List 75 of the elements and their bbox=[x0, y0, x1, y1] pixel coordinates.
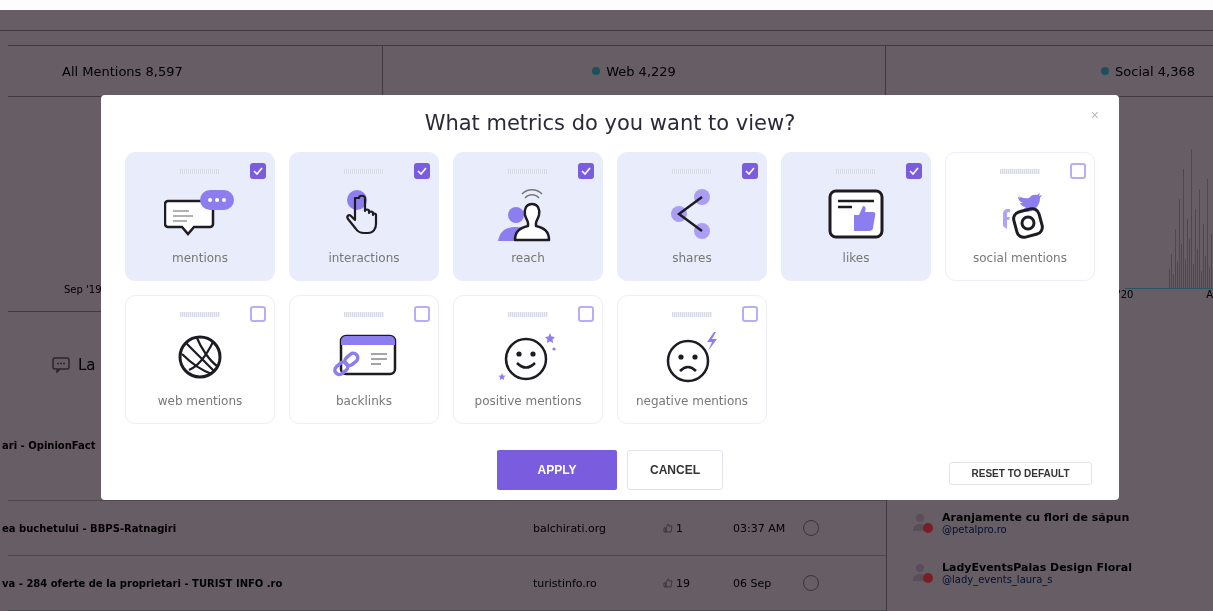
checkbox[interactable] bbox=[250, 163, 266, 179]
metric-label: positive mentions bbox=[474, 394, 582, 408]
dialog-title: What metrics do you want to view? bbox=[424, 111, 796, 137]
check-icon bbox=[581, 167, 591, 175]
metric-card[interactable]: backlinks bbox=[289, 295, 439, 424]
placeholder-bar bbox=[344, 312, 384, 317]
checkbox[interactable] bbox=[742, 163, 758, 179]
metric-label: social mentions bbox=[973, 251, 1067, 265]
metric-card[interactable]: positive mentions bbox=[453, 295, 603, 424]
placeholder-bar bbox=[508, 312, 548, 317]
check-icon bbox=[253, 167, 263, 175]
author-name[interactable]: LadyEventsPalas Design Floral bbox=[942, 561, 1132, 574]
placeholder-bar bbox=[508, 169, 548, 174]
cancel-button[interactable]: CANCEL bbox=[627, 450, 723, 490]
metric-card[interactable]: mentions bbox=[125, 152, 275, 281]
checkbox[interactable] bbox=[906, 163, 922, 179]
axis-label: '20 bbox=[1118, 289, 1134, 300]
placeholder-bar bbox=[1000, 169, 1040, 174]
check-icon bbox=[417, 167, 427, 175]
time-label: 06 Sep bbox=[733, 576, 773, 590]
thumb-icon bbox=[663, 578, 673, 588]
axis-label: Sep '19 bbox=[64, 284, 102, 295]
site-name: balchirati.org bbox=[533, 521, 608, 535]
avatar-icon bbox=[912, 512, 934, 534]
metric-label: interactions bbox=[328, 251, 400, 265]
reset-button[interactable]: RESET TO DEFAULT bbox=[949, 462, 1092, 485]
metric-card[interactable]: negative mentions bbox=[617, 295, 767, 424]
author-handle[interactable]: @lady_events_laura_s bbox=[942, 574, 1132, 585]
avatar-icon bbox=[912, 562, 934, 584]
checkbox[interactable] bbox=[414, 163, 430, 179]
stat-label[interactable]: All Mentions 8,597 bbox=[62, 63, 183, 79]
checkbox[interactable] bbox=[578, 306, 594, 322]
author-handle[interactable]: @petalpro.ro bbox=[942, 524, 1130, 535]
placeholder-bar bbox=[672, 169, 712, 174]
metric-label: likes bbox=[842, 251, 870, 265]
stat-label[interactable]: Social 4,368 bbox=[1115, 63, 1195, 79]
axis-label: A bbox=[1206, 289, 1213, 300]
time-label: 03:37 AM bbox=[733, 521, 787, 535]
placeholder-bar bbox=[836, 169, 876, 174]
checkbox[interactable] bbox=[414, 306, 430, 322]
placeholder-bar bbox=[180, 169, 220, 174]
check-icon bbox=[909, 167, 919, 175]
globe-icon bbox=[177, 334, 223, 380]
chat-icon bbox=[52, 357, 70, 373]
thumb-icon bbox=[663, 523, 673, 533]
section-title: La bbox=[78, 356, 96, 374]
metric-card[interactable]: likes bbox=[781, 152, 931, 281]
author-name[interactable]: Aranjamente cu flori de săpun bbox=[942, 511, 1130, 524]
placeholder-bar bbox=[180, 312, 220, 317]
metric-card[interactable]: shares bbox=[617, 152, 767, 281]
checkbox[interactable] bbox=[742, 306, 758, 322]
placeholder-bar bbox=[672, 312, 712, 317]
checkbox[interactable] bbox=[578, 163, 594, 179]
metric-label: backlinks bbox=[336, 394, 392, 408]
metric-card[interactable]: interactions bbox=[289, 152, 439, 281]
metric-card[interactable]: social mentions bbox=[945, 152, 1095, 281]
mention-title[interactable]: ea buchetului - BBPS-Ratnagiri bbox=[2, 522, 533, 534]
metric-card[interactable]: reach bbox=[453, 152, 603, 281]
count-label: 19 bbox=[676, 576, 690, 590]
count-label: 1 bbox=[676, 521, 683, 535]
stat-label[interactable]: Web 4,229 bbox=[606, 63, 676, 79]
checkbox[interactable] bbox=[1070, 163, 1086, 179]
metric-label: web mentions bbox=[157, 394, 243, 408]
check-icon bbox=[745, 167, 755, 175]
metric-label: negative mentions bbox=[635, 394, 749, 408]
checkbox[interactable] bbox=[250, 306, 266, 322]
metric-label: shares bbox=[672, 251, 712, 265]
metric-label: reach bbox=[511, 251, 545, 265]
placeholder-bar bbox=[344, 169, 384, 174]
mention-title[interactable]: va - 284 oferte de la proprietari - TURIST INFO .ro bbox=[2, 577, 533, 589]
site-name: turistinfo.ro bbox=[533, 576, 598, 590]
thumbs-up-card-icon bbox=[828, 189, 884, 239]
metric-label: mentions bbox=[172, 251, 228, 265]
apply-button[interactable]: APPLY bbox=[497, 450, 617, 490]
metric-card[interactable]: web mentions bbox=[125, 295, 275, 424]
